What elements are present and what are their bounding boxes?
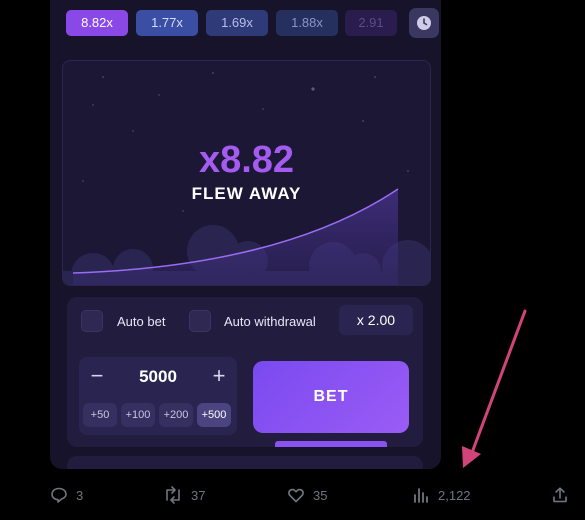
auto-bet-label: Auto bet bbox=[117, 314, 166, 329]
auto-withdrawal-checkbox[interactable] bbox=[189, 310, 211, 332]
auto-bet-checkbox[interactable] bbox=[81, 310, 103, 332]
post-action-bar: 3 37 35 2,122 bbox=[0, 480, 585, 510]
reply-count: 3 bbox=[76, 487, 84, 503]
increase-stake-button[interactable]: + bbox=[207, 365, 231, 389]
multiplier-history: 8.82x 1.77x 1.69x 1.88x 2.91 bbox=[66, 8, 439, 38]
history-pill[interactable]: 1.77x bbox=[136, 10, 198, 36]
views-button[interactable]: 2,122 bbox=[412, 484, 471, 506]
reply-icon bbox=[51, 487, 67, 503]
quick-stake-chip[interactable]: +100 bbox=[121, 403, 155, 427]
bet-panel: Auto bet Auto withdrawal x 2.00 − 5000 +… bbox=[67, 297, 423, 447]
views-icon bbox=[414, 488, 428, 503]
history-button[interactable] bbox=[409, 8, 439, 38]
quick-stake-chip[interactable]: +50 bbox=[83, 403, 117, 427]
repost-button[interactable]: 37 bbox=[163, 484, 205, 506]
heart-icon bbox=[288, 488, 304, 503]
bet-button[interactable]: BET bbox=[253, 361, 409, 433]
crash-multiplier: x8.82 bbox=[198, 139, 295, 181]
history-pill[interactable]: 1.69x bbox=[206, 10, 268, 36]
history-pill[interactable]: 1.88x bbox=[276, 10, 338, 36]
share-icon bbox=[553, 487, 567, 503]
crash-game-area: x8.82 FLEW AWAY bbox=[62, 60, 431, 286]
quick-stake-chip[interactable]: +500 bbox=[197, 403, 231, 427]
repost-icon bbox=[166, 486, 180, 504]
like-count: 35 bbox=[313, 487, 328, 503]
share-button[interactable] bbox=[551, 484, 569, 506]
like-button[interactable]: 35 bbox=[287, 484, 327, 506]
auto-withdrawal-multiplier-input[interactable]: x 2.00 bbox=[339, 305, 413, 335]
repost-count: 37 bbox=[191, 487, 206, 503]
quick-stake-chip[interactable]: +200 bbox=[159, 403, 193, 427]
bet-button-underline bbox=[275, 441, 387, 447]
post-image[interactable]: 8.82x 1.77x 1.69x 1.88x 2.91 x8.82 FLEW … bbox=[50, 0, 441, 469]
reply-button[interactable]: 3 bbox=[50, 484, 83, 506]
history-pill[interactable]: 2.91 bbox=[345, 10, 397, 36]
round-status: FLEW AWAY bbox=[191, 184, 302, 203]
history-pill[interactable]: 8.82x bbox=[66, 10, 128, 36]
auto-withdrawal-label: Auto withdrawal bbox=[224, 314, 316, 329]
decrease-stake-button[interactable]: − bbox=[85, 365, 109, 389]
stake-amount-input[interactable]: 5000 bbox=[117, 365, 199, 389]
second-bet-panel bbox=[67, 456, 423, 469]
clock-icon bbox=[417, 16, 431, 30]
stake-stepper: − 5000 + +50 +100 +200 +500 bbox=[79, 357, 237, 435]
view-count: 2,122 bbox=[438, 487, 471, 503]
